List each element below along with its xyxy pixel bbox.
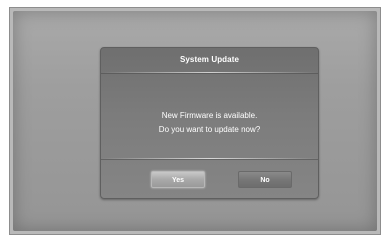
- button-divider-shadow: [101, 159, 318, 160]
- message-line-2: Do you want to update now?: [158, 125, 261, 134]
- tv-frame: System Update New Firmware is available.…: [9, 7, 381, 235]
- dialog-message: New Firmware is available. Do you want t…: [101, 109, 318, 137]
- message-line-1: New Firmware is available.: [161, 111, 258, 120]
- yes-button[interactable]: Yes: [151, 171, 205, 188]
- tv-screen: System Update New Firmware is available.…: [13, 11, 377, 231]
- no-button[interactable]: No: [238, 171, 292, 188]
- dialog-title: System Update: [179, 55, 240, 64]
- system-update-dialog: System Update New Firmware is available.…: [100, 47, 319, 199]
- title-divider-shadow: [101, 73, 318, 74]
